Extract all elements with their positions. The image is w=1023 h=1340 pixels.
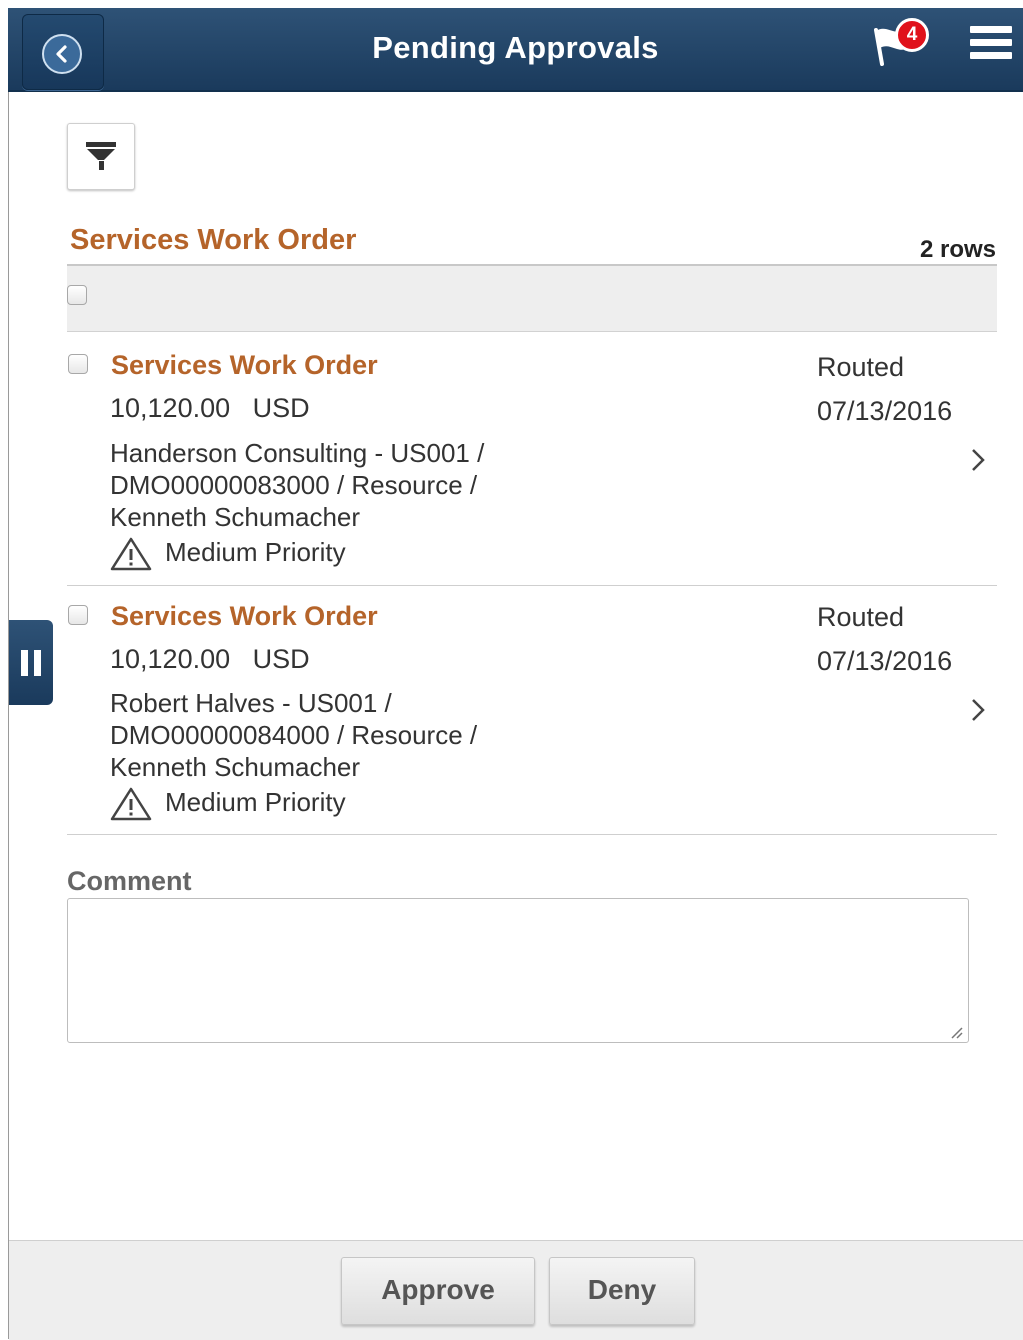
row-priority: Medium Priority	[109, 536, 346, 572]
notification-badge: 4	[895, 18, 929, 52]
list-item[interactable]: Services Work Order 10,120.00 USD Hander…	[67, 332, 997, 586]
resize-grip-icon[interactable]	[948, 1024, 964, 1040]
row-checkbox[interactable]	[68, 605, 88, 625]
warning-triangle-icon	[110, 537, 152, 571]
row-date: 07/13/2016	[817, 396, 953, 426]
row-amount: 10,120.00 USD	[110, 644, 310, 674]
row-description: Handerson Consulting - US001 / DMO000000…	[110, 438, 485, 532]
chevron-right-icon[interactable]	[967, 447, 989, 473]
filter-button[interactable]	[67, 123, 135, 190]
comment-label: Comment	[67, 866, 192, 896]
row-amount: 10,120.00 USD	[110, 393, 310, 423]
warning-triangle-icon	[110, 787, 152, 821]
section-title: Services Work Order	[70, 224, 357, 256]
list-item[interactable]: Services Work Order 10,120.00 USD Robert…	[67, 585, 997, 835]
deny-button[interactable]: Deny	[549, 1257, 695, 1325]
hamburger-menu-icon[interactable]	[970, 26, 1012, 66]
rows-count: 2 rows	[919, 236, 996, 263]
row-description: Robert Halves - US001 / DMO00000084000 /…	[110, 688, 478, 782]
filter-funnel-icon	[86, 142, 116, 170]
row-status: Routed	[817, 352, 905, 382]
row-title-link[interactable]: Services Work Order	[111, 601, 378, 632]
select-all-checkbox[interactable]	[67, 285, 87, 305]
row-priority: Medium Priority	[109, 786, 346, 822]
row-checkbox[interactable]	[68, 354, 88, 374]
row-status: Routed	[817, 602, 905, 632]
row-date: 07/13/2016	[817, 646, 953, 676]
row-title-link[interactable]: Services Work Order	[111, 350, 378, 381]
grid-header	[67, 264, 997, 332]
pause-icon	[21, 650, 28, 676]
approve-button[interactable]: Approve	[341, 1257, 535, 1325]
comment-field[interactable]	[67, 898, 969, 1043]
chevron-right-icon[interactable]	[967, 697, 989, 723]
side-panel-toggle[interactable]	[9, 620, 53, 705]
